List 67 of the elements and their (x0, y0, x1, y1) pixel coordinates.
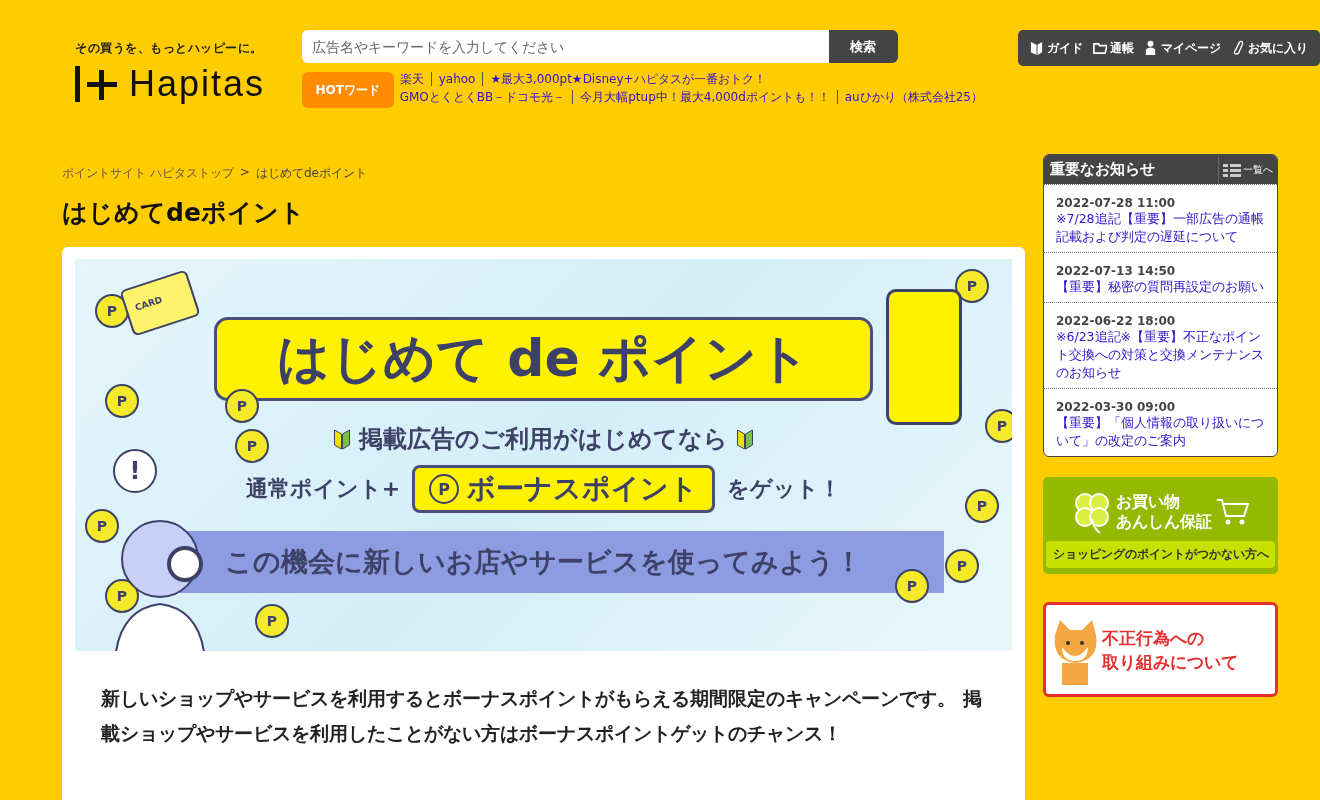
banner-title: お買い物 (1115, 492, 1181, 512)
coin-icon: P (945, 549, 979, 583)
notice-link[interactable]: 【重要】秘密の質問再設定のお願い (1056, 278, 1267, 296)
banner-title: 取り組みについて (1102, 650, 1238, 674)
notice-link[interactable]: ※7/28追記【重要】一部広告の通帳記載および判定の遅延について (1056, 210, 1267, 246)
hot-word-link[interactable]: ★最大3,000pt★Disney+ハピタスが一番おトク！ (482, 72, 773, 86)
logo-mark-icon (75, 66, 117, 102)
coin-icon: P (965, 489, 999, 523)
notice-date: 2022-07-28 11:00 (1056, 196, 1177, 210)
breadcrumb-link[interactable]: ポイントサイト ハピタストップ (62, 165, 234, 182)
coin-icon: P (895, 569, 929, 603)
nav-link[interactable]: お気に入り (1231, 39, 1308, 57)
coin-icon: P (985, 409, 1012, 443)
hot-word-link[interactable]: yahoo (430, 72, 483, 86)
page-title: はじめてdeポイント (62, 197, 306, 229)
coin-icon: P (225, 389, 259, 423)
shopping-guarantee-banner[interactable]: お買い物 あんしん保証 ショッピングのポイントがつかない方へ (1043, 477, 1278, 574)
notice-date: 2022-07-13 14:50 (1056, 264, 1177, 278)
beginner-mark-icon (333, 428, 351, 450)
hot-word-link[interactable]: 今月大幅ptup中！最大4,000dポイントも！！ (572, 90, 837, 104)
notice-date: 2022-06-22 18:00 (1056, 314, 1177, 328)
search-field[interactable]: 広告名やキーワードを入力してください (301, 30, 829, 63)
coin-icon: P (85, 509, 119, 543)
hot-word-link[interactable]: 楽天 (399, 72, 431, 86)
credit-card-drawing: CARD (119, 269, 201, 337)
exclamation-bubble: ! (113, 449, 157, 493)
intro-text: 新しいショップやサービスを利用するとボーナスポイントがもらえる期間限定のキャンペーンです。 掲載ショップやサービスを利用したことがない方はボーナスポイントゲットのチャンス！ (101, 686, 983, 746)
fraud-notice-banner[interactable]: 不正行為への 取り組みについて (1043, 602, 1278, 697)
logo-tagline: その買うを、もっとハッピーに。 (75, 40, 264, 57)
banner-title: 不正行為への (1102, 626, 1205, 650)
banner-title: あんしん保証 (1115, 512, 1212, 532)
hot-word-link[interactable]: auひかり（株式会社25） (836, 90, 990, 104)
breadcrumb-separator: > (239, 165, 250, 181)
book-icon (1030, 40, 1044, 56)
nav-link[interactable]: 通帳 (1093, 39, 1134, 57)
coin-icon: P (95, 294, 129, 328)
cart-icon (1215, 498, 1250, 526)
notice-link[interactable]: 【重要】「個人情報の取り扱いについて」の改定のご案内 (1056, 414, 1267, 450)
hot-words-label: HOTワード (301, 72, 394, 108)
banner-subtitle: ショッピングのポイントがつかない方へ (1046, 541, 1275, 568)
bonus-text: ボーナスポイント (467, 471, 699, 507)
banner-text: 通常ポイント+ (245, 475, 401, 503)
banner-subtitle: 掲載広告のご利用がはじめてなら (359, 424, 728, 455)
search-button[interactable]: 検索 (828, 30, 898, 63)
notices-title: 重要なお知らせ (1049, 160, 1155, 179)
folder-icon (1093, 40, 1107, 56)
nav-link[interactable]: マイページ (1144, 39, 1221, 57)
breadcrumb-current: はじめてdeポイント (255, 165, 367, 182)
notice-link[interactable]: ※6/23追記※【重要】不正なポイント交換への対策と交換メンテナンスのお知らせ (1056, 328, 1267, 382)
beginner-mark-icon (736, 428, 754, 450)
coin-icon: P (255, 604, 289, 638)
all-notices-label: 一覧へ (1243, 162, 1273, 177)
coin-icon: P (235, 429, 269, 463)
site-logo[interactable]: Hapitas (75, 63, 302, 105)
notice-date: 2022-03-30 09:00 (1056, 400, 1177, 414)
nav-link[interactable]: ガイド (1030, 39, 1083, 57)
coin-icon: P (105, 384, 139, 418)
banner-title: はじめて de ポイント (214, 317, 873, 401)
hot-word-link[interactable]: GMOとくとくBB－ドコモ光－ (399, 90, 573, 104)
person-icon (1144, 40, 1158, 56)
all-notices-link[interactable]: 一覧へ (1218, 155, 1277, 184)
point-icon: P (429, 474, 460, 504)
banner-text: をゲット！ (727, 475, 842, 503)
coin-icon: P (955, 269, 989, 303)
coin-icon: P (105, 579, 139, 613)
paperclip-icon (1231, 40, 1245, 56)
list-icon (1223, 162, 1241, 177)
